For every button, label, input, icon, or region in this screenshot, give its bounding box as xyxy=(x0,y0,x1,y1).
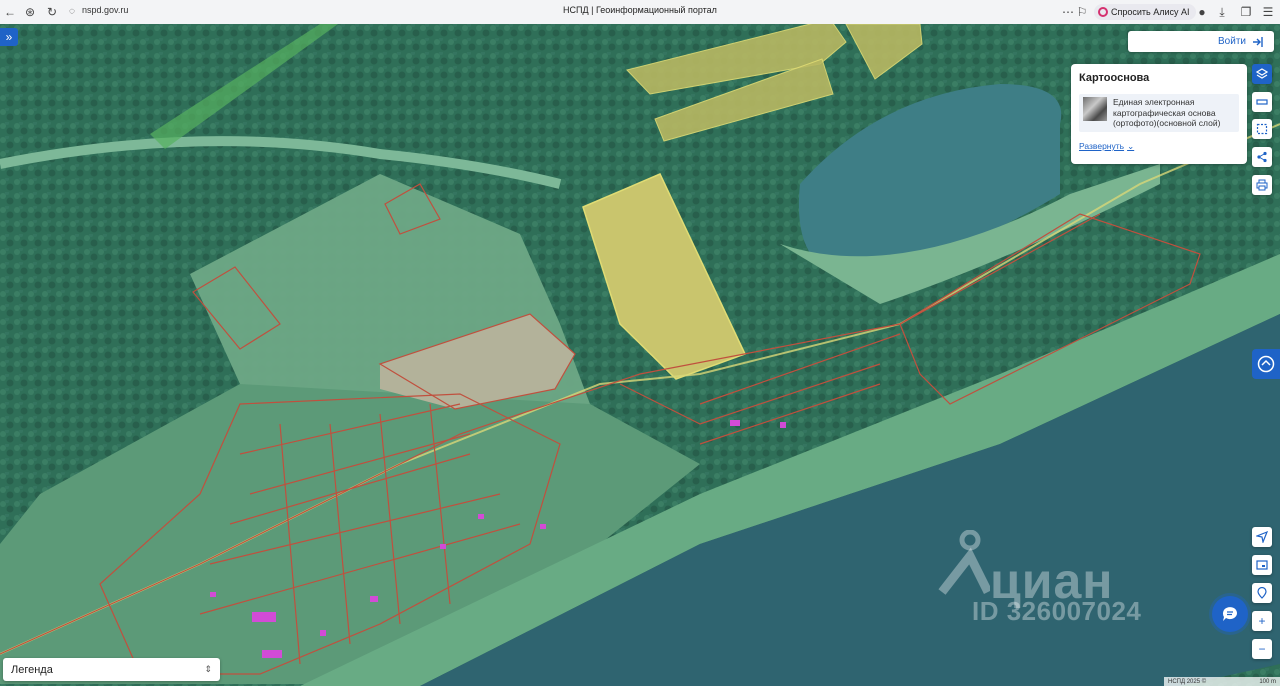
download-icon[interactable]: ⤓ xyxy=(1214,4,1230,20)
chevron-down-icon: ⌄ xyxy=(1127,140,1135,151)
gallery-button[interactable] xyxy=(1252,555,1272,575)
layers-button[interactable] xyxy=(1252,64,1272,84)
expand-label: Развернуть xyxy=(1079,141,1125,151)
pin-icon xyxy=(1257,587,1267,599)
double-chevron-right-icon: » xyxy=(5,30,13,44)
sidebar-toggle-button[interactable]: » xyxy=(0,28,18,46)
share-button[interactable] xyxy=(1252,147,1272,167)
browser-toolbar: ← ⊛ ↻ ◌ nspd.gov.ru НСПД | Геоинформацио… xyxy=(0,0,1280,25)
locate-arrow-icon xyxy=(1256,531,1268,543)
legend-select[interactable]: Легенда ⇕ xyxy=(3,658,220,681)
expand-link[interactable]: Развернуть ⌄ xyxy=(1079,141,1239,152)
layers-icon xyxy=(1256,68,1268,79)
basemap-panel-title: Картооснова xyxy=(1079,72,1150,84)
sort-chevrons-icon: ⇕ xyxy=(204,664,212,674)
minus-icon: − xyxy=(1258,642,1266,656)
side-panel-tab[interactable] xyxy=(1252,349,1280,379)
locate-button[interactable] xyxy=(1252,527,1272,547)
alice-label: Спросить Алису AI xyxy=(1111,7,1190,17)
plus-icon: + xyxy=(1258,614,1266,628)
basemap-layer-item[interactable]: Единая электронная картографическая осно… xyxy=(1079,94,1239,132)
collections-icon[interactable]: ❐ xyxy=(1238,4,1254,20)
login-label: Войти xyxy=(1218,36,1246,47)
print-icon xyxy=(1256,179,1268,191)
bookmark-icon[interactable]: ⚐ xyxy=(1074,4,1090,20)
gallery-icon xyxy=(1256,560,1268,570)
layer-thumbnail xyxy=(1083,97,1107,121)
ruler-icon xyxy=(1256,99,1268,105)
pin-button[interactable] xyxy=(1252,583,1272,603)
chat-icon xyxy=(1222,607,1237,621)
zoom-out-button[interactable]: − xyxy=(1252,639,1272,659)
extension-icon[interactable]: ● xyxy=(1194,4,1210,20)
chat-button[interactable] xyxy=(1212,596,1248,632)
scale-distance: 100 m xyxy=(1259,678,1276,685)
browser-menu-icon[interactable]: ☰ xyxy=(1260,4,1276,20)
legend-label: Легенда xyxy=(11,663,53,676)
ruler-button[interactable] xyxy=(1252,92,1272,112)
print-button[interactable] xyxy=(1252,175,1272,195)
share-icon xyxy=(1257,151,1267,163)
zoom-in-button[interactable]: + xyxy=(1252,611,1272,631)
map-copyright: НСПД 2025 © xyxy=(1168,678,1207,685)
alice-icon xyxy=(1098,7,1108,17)
scale-bar: НСПД 2025 © 100 m xyxy=(1164,677,1280,686)
login-button[interactable]: Войти xyxy=(1128,31,1274,52)
basemap-panel: Картооснова Единая электронная картограф… xyxy=(1071,64,1247,164)
layer-name: Единая электронная картографическая осно… xyxy=(1113,97,1221,128)
ask-alice-button[interactable]: Спросить Алису AI xyxy=(1094,4,1196,20)
login-icon xyxy=(1253,36,1263,47)
select-area-button[interactable] xyxy=(1252,119,1272,139)
info-panel-icon xyxy=(1257,355,1275,373)
select-area-icon xyxy=(1256,123,1268,135)
